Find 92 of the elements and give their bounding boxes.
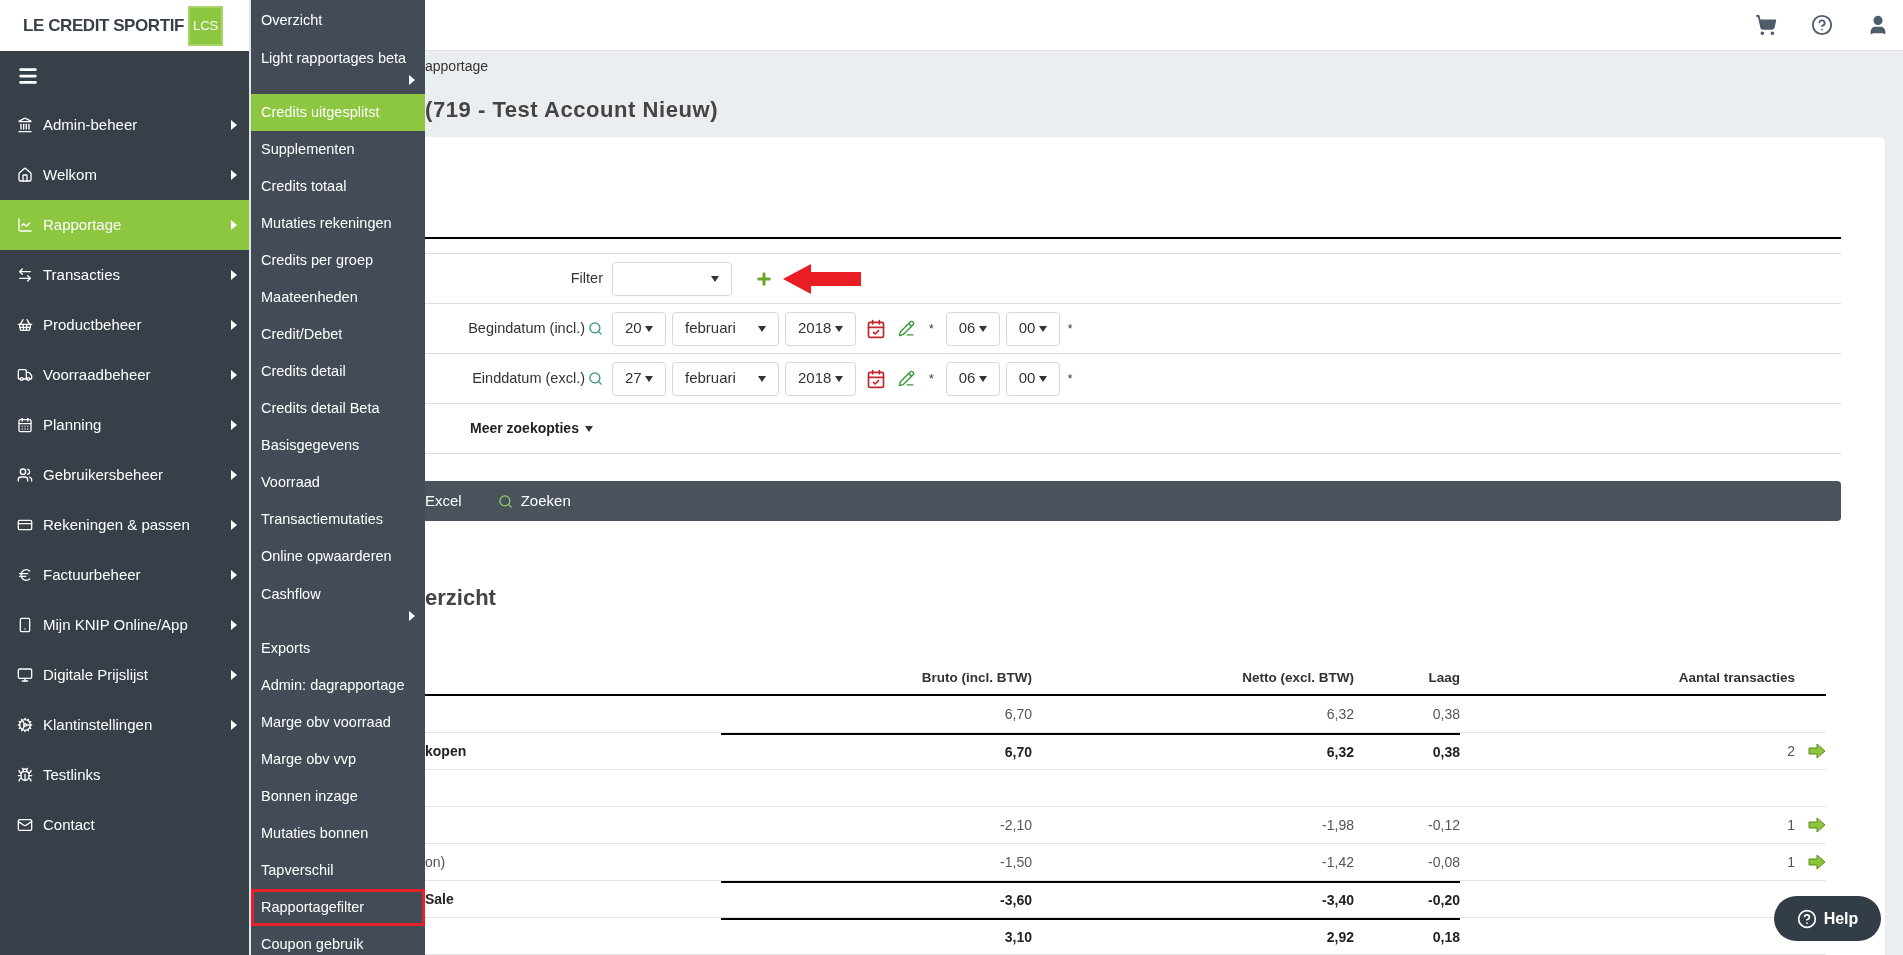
select-field[interactable]: 06 [945,311,1000,346]
submenu-item[interactable]: Supplementen [251,131,425,168]
submenu-item[interactable]: Transactiemutaties [251,501,425,538]
sidebar-item[interactable]: Voorraadbeheer [0,350,249,400]
sidebar-item[interactable]: Mijn KNIP Online/App [0,600,249,650]
column-header: Netto (excl. BTW) [1241,668,1354,687]
submenu-item[interactable]: Tapverschil [251,852,425,889]
table-cell: 6,32 [1326,705,1354,722]
table-cell: -1,98 [1322,816,1354,833]
table-cell: 1 [1787,816,1795,833]
row-label: Sale [425,890,454,907]
logo-badge: LCS [187,5,224,46]
table-cell: 1 [1787,853,1795,870]
sidebar-item[interactable]: Transacties [0,250,249,300]
submenu-item[interactable]: Mutaties rekeningen [251,205,425,242]
submenu-item[interactable]: Rapportagefilter [251,889,425,926]
select-field[interactable]: 06 [945,361,1000,396]
more-options-link[interactable]: Meer zoekopties [470,418,593,439]
table-cell: -0,08 [1428,853,1460,870]
submenu-item[interactable]: Voorraad [251,464,425,501]
submenu-item[interactable]: Maateenheden [251,279,425,316]
help-button[interactable]: Help [1774,896,1881,941]
table-cell: 2 [1787,742,1795,759]
breadcrumb[interactable]: apportage [425,51,1903,82]
sidebar-item[interactable]: Admin-beheer [0,100,249,150]
submenu-item[interactable]: Online opwaarderen [251,538,425,575]
field-label: Filter [569,268,603,288]
select-field[interactable]: 00 [1005,361,1060,396]
select-field[interactable]: 2018 [785,311,856,346]
required-mark: * [929,370,934,388]
section-title: erzicht [425,584,497,612]
column-header: Laag [1427,668,1460,687]
table-cell: 2,92 [1326,928,1354,945]
table-cell: 6,32 [1326,743,1354,760]
column-header: Bruto (incl. BTW) [920,668,1032,687]
select-field[interactable]: 20 [612,311,666,346]
submenu-item[interactable]: Overzicht [251,2,425,39]
table-cell: -3,40 [1322,891,1354,908]
table-cell: -0,12 [1428,816,1460,833]
toolbar-button[interactable]: Excel [425,489,462,513]
submenu-item[interactable]: Credit/Debet [251,316,425,353]
submenu-item[interactable]: Credits detail [251,353,425,390]
column-header: Aantal transacties [1677,668,1795,687]
toolbar-button[interactable]: Zoeken [497,489,571,513]
table-cell: -1,50 [1000,853,1032,870]
submenu-item[interactable]: Bonnen inzage [251,778,425,815]
sidebar-item[interactable]: Welkom [0,150,249,200]
select-field[interactable]: 27 [612,361,666,396]
sidebar-item[interactable]: Planning [0,400,249,450]
select-field[interactable]: 00 [1005,311,1060,346]
select-field[interactable]: februari [672,311,779,346]
sidebar-item[interactable]: Klantinstellingen [0,700,249,750]
required-mark: * [929,320,934,338]
logo-text: LE CREDIT SPORTIF [23,14,184,37]
page-title: (719 - Test Account Nieuw) [425,95,719,124]
select-field[interactable]: 2018 [785,361,856,396]
submenu-item[interactable]: Coupon gebruik [251,926,425,955]
table-cell: -0,20 [1428,891,1460,908]
field-label: Einddatum (excl.) [472,368,585,388]
table-cell: 3,10 [1004,928,1032,945]
submenu-item[interactable]: Basisgegevens [251,427,425,464]
submenu-item[interactable]: Mutaties bonnen [251,815,425,852]
submenu-item[interactable]: Exports [251,630,425,667]
row-label: kopen [425,742,467,759]
submenu-item[interactable]: Marge obv voorraad [251,704,425,741]
submenu-item[interactable]: Cashflow [251,575,425,630]
field-label: Begindatum (incl.) [468,318,585,338]
submenu-item[interactable]: Marge obv vvp [251,741,425,778]
table-cell: 6,70 [1004,743,1032,760]
table-cell: 0,38 [1432,743,1460,760]
required-mark: * [1067,320,1073,338]
table-cell: 6,70 [1004,705,1032,722]
sidebar-item[interactable]: Gebruikersbeheer [0,450,249,500]
select-field[interactable]: februari [672,361,779,396]
sidebar-item[interactable]: Digitale Prijslijst [0,650,249,700]
row-label: on) [425,853,446,870]
submenu-item[interactable]: Credits per groep [251,242,425,279]
table-cell: 0,18 [1432,928,1460,945]
required-mark: * [1067,370,1073,388]
table-cell: -2,10 [1000,816,1032,833]
submenu-item[interactable]: Credits detail Beta [251,390,425,427]
sidebar-item[interactable]: Rekeningen & passen [0,500,249,550]
submenu-item[interactable]: Light rapportages beta [251,39,425,94]
sidebar-item[interactable]: Contact [0,800,249,850]
sidebar-item[interactable]: Factuurbeheer [0,550,249,600]
sidebar-item[interactable]: Productbeheer [0,300,249,350]
table-cell: -3,60 [1000,891,1032,908]
submenu-item[interactable]: Admin: dagrapportage [251,667,425,704]
submenu-item[interactable]: Credits totaal [251,168,425,205]
sidebar-item[interactable]: Testlinks [0,750,249,800]
table-cell: 0,38 [1432,705,1460,722]
table-cell: -1,42 [1322,853,1354,870]
